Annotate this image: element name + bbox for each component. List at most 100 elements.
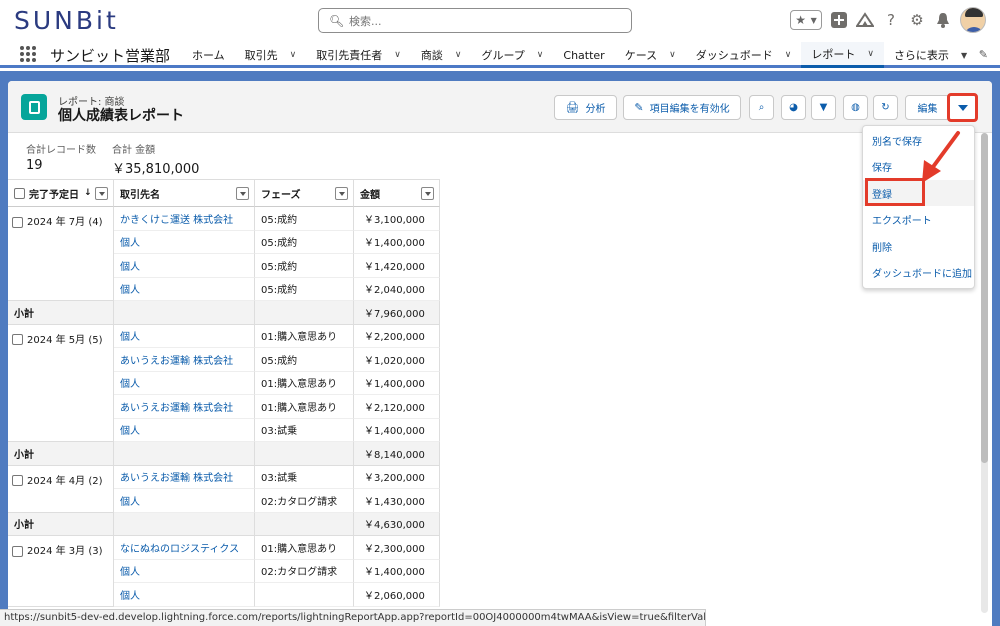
tab-item[interactable]: ダッシュボード ∨	[686, 42, 802, 68]
subtotal-empty-cell	[255, 512, 354, 536]
sunbit-logo[interactable]: SUNBit	[14, 6, 119, 35]
more-actions-menu: ダッシュボードに追加 削除 エクスポート 登録 保存 別名で保存	[862, 125, 975, 289]
amount-cell: ￥1,400,000	[354, 559, 440, 583]
trailhead-icon[interactable]	[856, 11, 874, 29]
collapse-button[interactable]: ◍	[843, 95, 868, 120]
global-actions-icon[interactable]	[830, 11, 848, 29]
column-menu-icon[interactable]	[421, 187, 434, 200]
menu-item[interactable]: エクスポート	[863, 207, 974, 233]
search-icon: 🔍︎	[329, 13, 345, 28]
column-menu-icon[interactable]	[335, 187, 348, 200]
stage-cell: 05:成約	[255, 207, 354, 231]
pie-chart-icon: ◕	[789, 102, 798, 113]
search-report-button[interactable]: ⌕	[749, 95, 774, 120]
account-name-cell[interactable]: 個人	[114, 371, 255, 395]
vertical-scrollbar[interactable]	[981, 133, 988, 613]
header-actions: ★ ▼ ? ⚙	[790, 7, 986, 33]
enable-inline-edit-button[interactable]: ✎ 項目編集を有効化	[623, 95, 741, 120]
chevron-down-icon[interactable]: ∨	[290, 50, 297, 60]
account-name-cell[interactable]: あいうえお運輸 株式会社	[114, 348, 255, 372]
chevron-down-icon: ▼	[810, 15, 817, 25]
chevron-down-icon[interactable]: ∨	[867, 49, 874, 59]
stage-cell: 01:購入意思あり	[255, 324, 354, 348]
refresh-button[interactable]: ↻	[873, 95, 898, 120]
filter-icon: ▼	[819, 102, 828, 113]
column-menu-icon[interactable]	[95, 187, 108, 200]
account-name-cell[interactable]: 個人	[114, 254, 255, 278]
global-header: SUNBit 🔍︎ 検索... ★ ▼ ? ⚙	[0, 0, 1000, 42]
more-actions-dropdown-button[interactable]	[947, 93, 978, 122]
edit-button[interactable]: 編集	[905, 95, 950, 120]
menu-item[interactable]: 別名で保存	[863, 127, 974, 153]
tab-item[interactable]: ケース ∨	[615, 42, 686, 68]
subtotal-empty-cell	[255, 442, 354, 466]
tab-item[interactable]: 取引先 ∨	[235, 42, 307, 68]
subtotal-amount: ￥8,140,000	[354, 442, 440, 466]
gear-icon[interactable]: ⚙	[908, 11, 926, 29]
account-name-cell[interactable]: あいうえお運輸 株式会社	[114, 465, 255, 489]
tab-item[interactable]: Chatter	[553, 42, 614, 68]
account-name-cell[interactable]: あいうえお運輸 株式会社	[114, 395, 255, 419]
column-header-amount[interactable]: 金額	[354, 179, 440, 207]
column-header-stage[interactable]: フェーズ	[255, 179, 354, 207]
group-checkbox[interactable]	[12, 545, 23, 557]
bell-icon[interactable]	[934, 11, 952, 29]
account-name-cell[interactable]: かきくけこ運送 株式会社	[114, 207, 255, 231]
subtotal-empty-cell	[114, 442, 255, 466]
chevron-down-icon[interactable]: ∨	[785, 50, 792, 60]
analyze-button[interactable]: 🖨︎ 分析	[554, 95, 617, 120]
tab-item[interactable]: 取引先責任者 ∨	[306, 42, 411, 68]
app-launcher-icon[interactable]	[20, 46, 36, 62]
help-icon[interactable]: ?	[882, 11, 900, 29]
tab-item[interactable]: グループ ∨	[471, 42, 553, 68]
account-name-cell[interactable]: 個人	[114, 559, 255, 583]
menu-item[interactable]: 削除	[863, 233, 974, 259]
amount-cell: ￥2,120,000	[354, 395, 440, 419]
group-date-cell: 2024 年 3月 (3)	[8, 536, 114, 607]
tab-item[interactable]: レポート ∨	[801, 42, 884, 68]
account-name-cell[interactable]: なにぬねのロジスティクス	[114, 536, 255, 560]
column-header-close-date[interactable]: 完了予定日 ↓	[8, 179, 114, 207]
stage-cell: 03:試乗	[255, 418, 354, 442]
chevron-down-icon[interactable]: ∨	[394, 50, 401, 60]
amount-cell: ￥1,430,000	[354, 489, 440, 513]
favorites-button[interactable]: ★ ▼	[790, 10, 822, 30]
group-checkbox[interactable]	[12, 475, 23, 486]
tab-item[interactable]: 商談 ∨	[411, 42, 472, 68]
menu-item[interactable]: ダッシュボードに追加	[863, 260, 974, 286]
stage-cell: 05:成約	[255, 254, 354, 278]
account-name-cell[interactable]: 個人	[114, 277, 255, 301]
account-name-cell[interactable]: 個人	[114, 324, 255, 348]
account-name-cell[interactable]: 個人	[114, 418, 255, 442]
account-name-cell[interactable]: 個人	[114, 230, 255, 254]
sort-down-icon[interactable]: ↓	[84, 188, 92, 198]
account-name-cell[interactable]: 個人	[114, 583, 255, 607]
filter-button[interactable]: ▼	[811, 95, 836, 120]
group-checkbox[interactable]	[12, 216, 23, 228]
chart-button[interactable]: ◕	[781, 95, 806, 120]
chevron-down-icon[interactable]: ▼	[961, 51, 967, 60]
tab-item[interactable]: さらに表示 ▼	[884, 42, 977, 68]
group-checkbox[interactable]	[12, 334, 23, 345]
search-placeholder: 検索...	[349, 14, 382, 28]
column-header-account-name[interactable]: 取引先名	[114, 179, 255, 207]
search-icon: ⌕	[758, 102, 765, 113]
select-all-checkbox[interactable]	[14, 187, 25, 199]
report-title: 個人成績表レポート	[58, 108, 184, 124]
account-name-cell[interactable]: 個人	[114, 489, 255, 513]
stage-cell: 01:購入意思あり	[255, 371, 354, 395]
chevron-down-icon[interactable]: ∨	[537, 50, 544, 60]
column-menu-icon[interactable]	[236, 187, 249, 200]
highlight-box	[865, 178, 925, 206]
stage-cell: 05:成約	[255, 348, 354, 372]
global-search-input[interactable]: 🔍︎ 検索...	[318, 8, 632, 33]
menu-item[interactable]: 保存	[863, 154, 974, 180]
tab-item[interactable]: ホーム	[182, 42, 235, 68]
group-date-cell: 2024 年 7月 (4)	[8, 207, 114, 301]
edit-nav-icon[interactable]: ✎	[979, 48, 988, 61]
pencil-icon: ✎	[634, 101, 644, 114]
chevron-down-icon[interactable]: ∨	[669, 50, 676, 60]
subtotal-label: 小計	[8, 442, 114, 466]
user-avatar[interactable]	[960, 7, 986, 33]
chevron-down-icon[interactable]: ∨	[455, 50, 462, 60]
